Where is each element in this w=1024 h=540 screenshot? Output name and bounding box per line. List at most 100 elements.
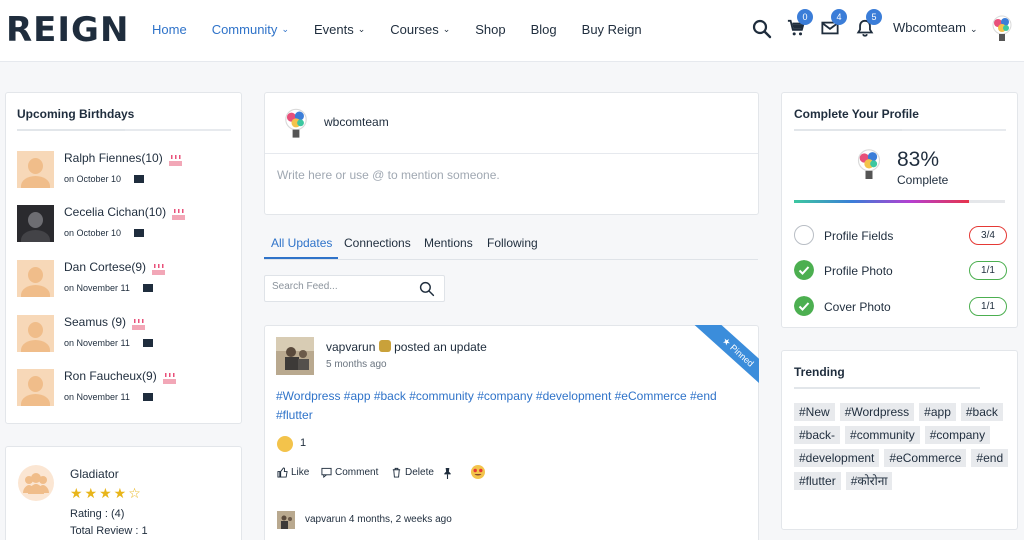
tab-connections[interactable]: Connections xyxy=(344,236,411,250)
envelope-icon[interactable] xyxy=(134,229,144,237)
site-logo[interactable]: REIGN xyxy=(6,12,129,48)
trending-tag[interactable]: #back- xyxy=(794,426,841,444)
trash-icon xyxy=(392,467,401,478)
nav-events[interactable]: Events ⌄ xyxy=(314,22,365,37)
reaction-count: 1 xyxy=(300,437,307,449)
search-icon[interactable] xyxy=(419,281,435,297)
birthday-name[interactable]: Cecelia Cichan xyxy=(64,205,145,219)
post-timestamp[interactable]: 5 months ago xyxy=(326,359,387,370)
avatar[interactable] xyxy=(17,369,54,406)
star-rating: ★★★★☆ xyxy=(70,485,143,501)
cake-icon xyxy=(152,264,166,275)
comment-author-avatar[interactable] xyxy=(277,511,295,529)
avatar[interactable] xyxy=(17,260,54,297)
tab-all-updates[interactable]: All Updates xyxy=(271,236,332,250)
chevron-down-icon: ⌄ xyxy=(442,23,451,34)
cake-icon xyxy=(168,155,182,166)
tab-following[interactable]: Following xyxy=(487,236,538,250)
delete-button[interactable]: Delete xyxy=(391,467,434,478)
post-hashtags[interactable]: #Wordpress #app #back #community #compan… xyxy=(276,387,746,425)
group-rating-widget: Gladiator ★★★★☆ Rating : (4) Total Revie… xyxy=(5,446,242,540)
birthday-date: on November 11 xyxy=(64,338,130,348)
incomplete-circle-icon xyxy=(794,225,814,245)
post-author-avatar[interactable] xyxy=(276,337,314,375)
react-button[interactable] xyxy=(470,464,489,480)
notifications-button[interactable]: 5 xyxy=(856,9,882,39)
pin-button[interactable] xyxy=(442,467,456,480)
birthday-date: on November 11 xyxy=(64,283,130,293)
trending-tag[interactable]: #company xyxy=(924,426,991,444)
nav-shop[interactable]: Shop xyxy=(475,22,505,37)
check-circle-icon xyxy=(794,296,814,316)
envelope-icon[interactable] xyxy=(143,284,153,292)
birthday-name[interactable]: Ron Faucheux xyxy=(64,369,142,383)
title-divider xyxy=(794,387,980,389)
feed-search xyxy=(264,275,445,302)
avatar[interactable] xyxy=(17,205,54,242)
tab-mentions[interactable]: Mentions xyxy=(424,236,473,250)
birthday-date: on October 10 xyxy=(64,174,122,184)
trending-tag[interactable]: #back xyxy=(960,403,1003,421)
birthday-item[interactable]: Dan Cortese(9) on November 11 xyxy=(17,260,237,300)
birthday-item[interactable]: Ralph Fiennes(10) on October 10 xyxy=(17,151,237,191)
pin-icon xyxy=(444,468,451,479)
trending-tag[interactable]: #Wordpress xyxy=(839,403,915,421)
profile-photo-count: 1/1 xyxy=(969,261,1007,280)
rating-value: Rating : (4) xyxy=(70,508,125,520)
trending-tag[interactable]: #development xyxy=(794,449,880,467)
user-avatar[interactable] xyxy=(990,14,1014,44)
birthday-item[interactable]: Cecelia Cichan(10) on October 10 xyxy=(17,205,237,245)
birthday-item[interactable]: Seamus (9) on November 11 xyxy=(17,315,237,355)
trending-tag[interactable]: #community xyxy=(845,426,920,444)
search-icon[interactable] xyxy=(752,19,772,39)
birthday-name[interactable]: Dan Cortese xyxy=(64,260,131,274)
group-name[interactable]: Gladiator xyxy=(70,467,119,481)
trending-tag[interactable]: #flutter xyxy=(794,472,841,490)
trending-tag[interactable]: #कोरोना xyxy=(845,472,893,490)
total-reviews: Total Review : 1 xyxy=(70,525,148,537)
post-input[interactable]: Write here or use @ to mention someone. xyxy=(277,168,500,182)
messages-button[interactable]: 4 xyxy=(821,9,847,39)
nav-home[interactable]: Home xyxy=(152,22,187,37)
user-menu[interactable]: Wbcomteam ⌄ xyxy=(893,20,978,35)
trending-tag[interactable]: #app xyxy=(919,403,956,421)
envelope-icon[interactable] xyxy=(134,175,144,183)
cover-photo-label: Cover Photo xyxy=(824,300,891,314)
comment-author[interactable]: vapvarun xyxy=(305,514,346,525)
envelope-icon[interactable] xyxy=(143,339,153,347)
composer-avatar[interactable] xyxy=(282,107,310,141)
birthdays-widget: Upcoming Birthdays Ralph Fiennes(10) on … xyxy=(5,92,242,424)
avatar[interactable] xyxy=(17,151,54,188)
birthday-item[interactable]: Ron Faucheux(9) on November 11 xyxy=(17,369,237,409)
trending-tag[interactable]: #end xyxy=(971,449,1009,467)
cover-photo-row[interactable]: Cover Photo 1/1 xyxy=(794,296,1007,318)
birthday-name[interactable]: Ralph Fiennes xyxy=(64,151,141,165)
chevron-down-icon: ⌄ xyxy=(357,23,366,34)
trending-tag[interactable]: #New xyxy=(794,403,835,421)
like-button[interactable]: Like xyxy=(277,467,309,478)
chevron-down-icon: ⌄ xyxy=(281,23,289,34)
search-feed-input[interactable] xyxy=(272,281,412,292)
nav-buy-reign[interactable]: Buy Reign xyxy=(582,22,642,37)
profile-avatar xyxy=(857,149,881,179)
profile-fields-row[interactable]: Profile Fields 3/4 xyxy=(794,225,1007,247)
profile-photo-row[interactable]: Profile Photo 1/1 xyxy=(794,260,1007,282)
notifications-count-badge: 5 xyxy=(866,9,882,25)
cart-button[interactable]: 0 xyxy=(787,9,813,39)
nav-community[interactable]: Community ⌄ xyxy=(212,22,289,37)
group-avatar[interactable] xyxy=(18,465,54,501)
avatar[interactable] xyxy=(17,315,54,352)
trending-tag[interactable]: #eCommerce xyxy=(884,449,967,467)
trending-widget: Trending #New #Wordpress #app #back #back- #c… xyxy=(781,350,1018,530)
envelope-icon[interactable] xyxy=(143,393,153,401)
title-divider xyxy=(17,129,231,131)
post-author[interactable]: vapvarun xyxy=(326,340,375,354)
birthday-name[interactable]: Seamus xyxy=(64,315,108,329)
birthday-date: on October 10 xyxy=(64,228,122,238)
nav-blog[interactable]: Blog xyxy=(531,22,557,37)
nav-courses[interactable]: Courses ⌄ xyxy=(390,22,450,37)
thinking-emoji-icon[interactable] xyxy=(277,436,293,452)
comment-button[interactable]: Comment xyxy=(321,467,378,478)
active-tab-indicator xyxy=(264,257,338,259)
pinned-ribbon: ★ Pinned xyxy=(687,325,759,385)
